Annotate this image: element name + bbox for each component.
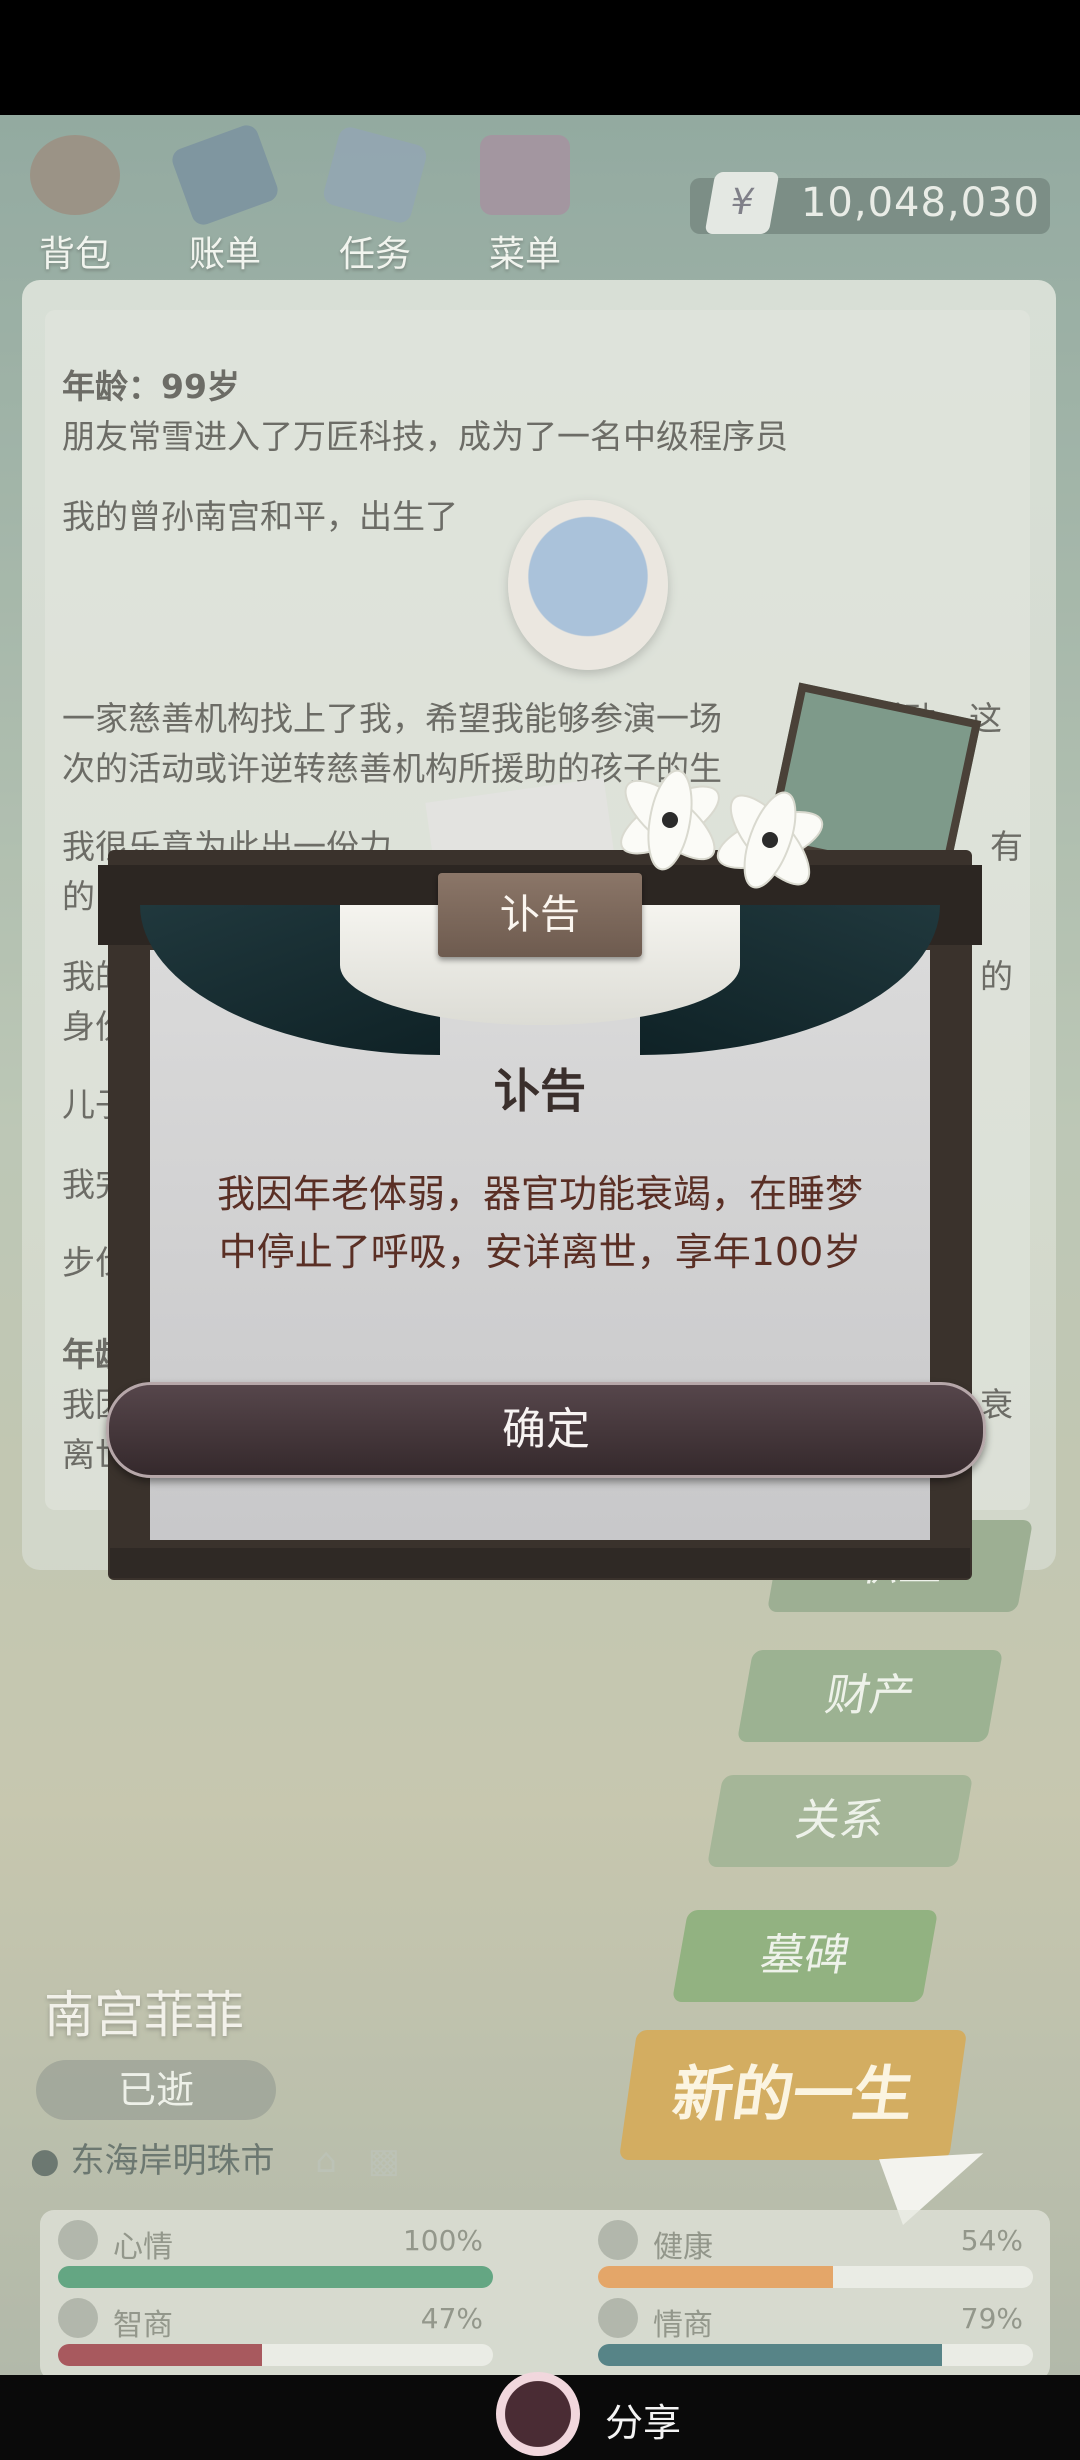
obituary-title: 讣告 [494,1064,586,1118]
confirm-button[interactable]: 确定 [106,1382,986,1478]
obituary-tab-label: 讣告 [438,873,642,957]
share-icon[interactable] [496,2372,580,2456]
obituary-message-line: 我因年老体弱，器官功能衰竭，在睡梦 [216,1172,863,1216]
obituary-message-line: 中停止了呼吸，安详离世，享年100岁 [218,1230,862,1274]
obituary-message: 我因年老体弱，器官功能衰竭，在睡梦 中停止了呼吸，安详离世，享年100岁 [200,1165,880,1281]
obituary-base-bar [110,1548,970,1578]
share-label[interactable]: 分享 [605,2392,681,2447]
